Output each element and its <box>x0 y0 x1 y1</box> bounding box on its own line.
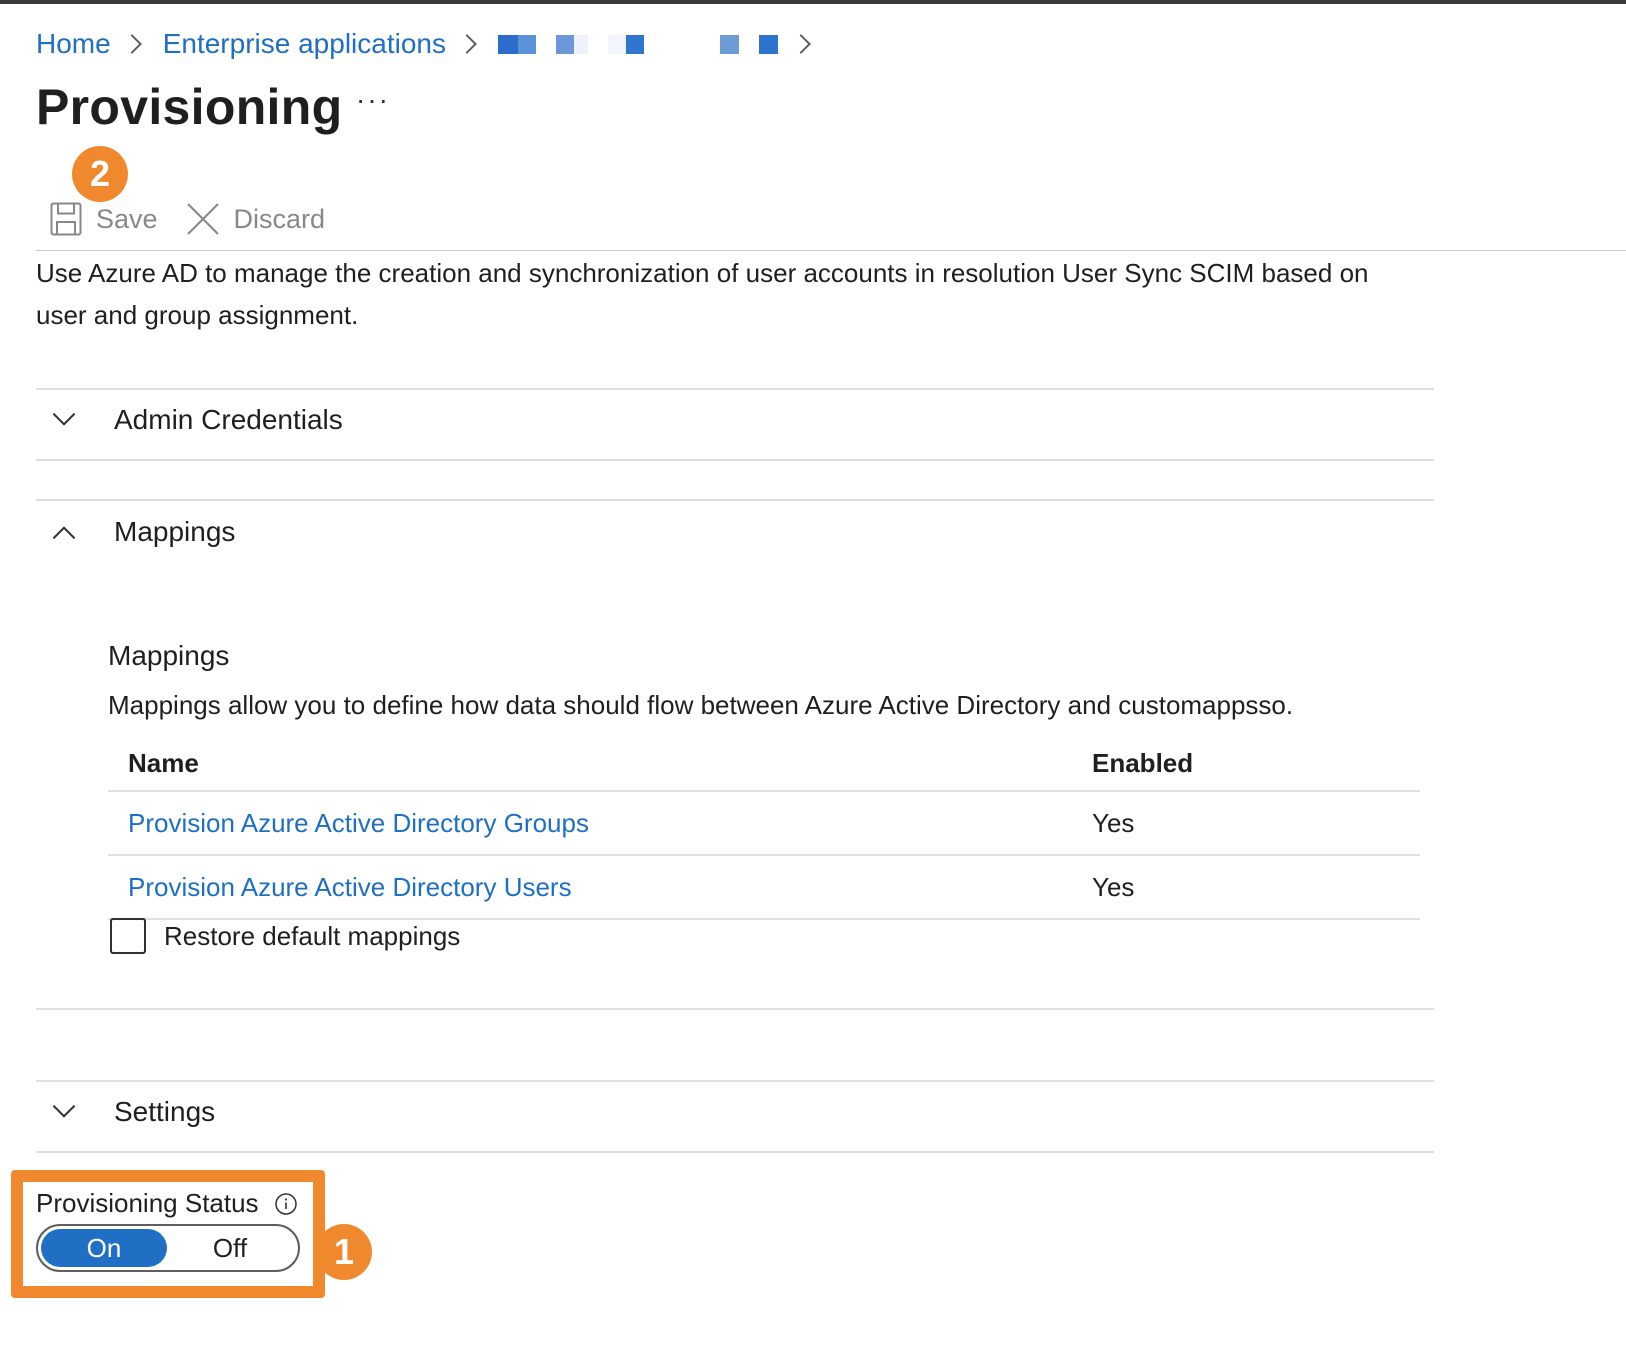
info-icon[interactable] <box>274 1192 297 1215</box>
chevron-right-icon <box>457 34 477 54</box>
table-header-row: Name Enabled <box>108 736 1420 792</box>
toggle-on-option[interactable]: On <box>41 1229 167 1267</box>
page-description: Use Azure AD to manage the creation and … <box>36 258 1369 330</box>
provisioning-status-label: Provisioning Status <box>36 1188 297 1219</box>
section-divider <box>36 1008 1434 1010</box>
command-bar: Save Discard <box>50 202 325 236</box>
mappings-table: Name Enabled Provision Azure Active Dire… <box>108 736 1420 920</box>
section-mappings[interactable]: Mappings <box>52 516 236 549</box>
save-button[interactable]: Save <box>50 202 158 236</box>
restore-default-mappings[interactable]: Restore default mappings <box>110 918 460 954</box>
save-icon <box>50 202 82 236</box>
top-border <box>0 0 1626 4</box>
provisioning-status-toggle[interactable]: On Off <box>36 1224 300 1272</box>
section-admin-credentials[interactable]: Admin Credentials <box>52 403 343 436</box>
chevron-right-icon <box>121 34 142 54</box>
breadcrumb-redacted-app-name[interactable] <box>497 34 778 54</box>
restore-default-mappings-label: Restore default mappings <box>164 920 461 951</box>
column-header-name: Name <box>128 747 199 778</box>
discard-button[interactable]: Discard <box>186 202 326 236</box>
mapping-link-users[interactable]: Provision Azure Active Directory Users <box>128 872 572 902</box>
breadcrumb: Home Enterprise applications <box>36 24 832 64</box>
section-settings-label: Settings <box>114 1096 216 1127</box>
section-admin-credentials-label: Admin Credentials <box>114 404 343 435</box>
step-badge-2: 2 <box>72 146 128 202</box>
breadcrumb-home-link[interactable]: Home <box>36 28 111 60</box>
chevron-down-icon <box>52 1095 76 1118</box>
mapping-enabled-value: Yes <box>1092 807 1135 838</box>
toggle-off-option[interactable]: Off <box>167 1229 293 1267</box>
section-divider <box>36 499 1434 501</box>
section-divider <box>36 388 1434 390</box>
mappings-subtitle: Mappings <box>108 640 230 671</box>
section-settings[interactable]: Settings <box>52 1095 216 1128</box>
column-header-enabled: Enabled <box>1092 747 1194 778</box>
toolbar-divider <box>36 250 1626 251</box>
save-label: Save <box>96 203 158 234</box>
page-title: Provisioning <box>36 79 343 135</box>
section-divider <box>36 1080 1434 1082</box>
restore-default-mappings-checkbox[interactable] <box>110 918 146 954</box>
section-mappings-label: Mappings <box>114 516 236 547</box>
mapping-enabled-value: Yes <box>1092 871 1135 902</box>
mapping-link-groups[interactable]: Provision Azure Active Directory Groups <box>128 808 589 838</box>
chevron-up-icon <box>52 526 76 549</box>
breadcrumb-enterprise-applications-link[interactable]: Enterprise applications <box>163 28 446 60</box>
step-badge-1: 1 <box>316 1224 372 1280</box>
provisioning-status-text: Provisioning Status <box>36 1188 259 1218</box>
table-row: Provision Azure Active Directory Users Y… <box>108 856 1420 920</box>
table-row: Provision Azure Active Directory Groups … <box>108 792 1420 856</box>
section-divider <box>36 1151 1434 1153</box>
chevron-down-icon <box>52 403 76 426</box>
section-divider <box>36 459 1434 461</box>
more-options-button[interactable]: ··· <box>356 84 390 116</box>
mappings-description: Mappings allow you to define how data sh… <box>108 690 1294 720</box>
discard-label: Discard <box>233 203 326 234</box>
chevron-right-icon <box>791 34 811 54</box>
close-icon <box>186 203 219 235</box>
